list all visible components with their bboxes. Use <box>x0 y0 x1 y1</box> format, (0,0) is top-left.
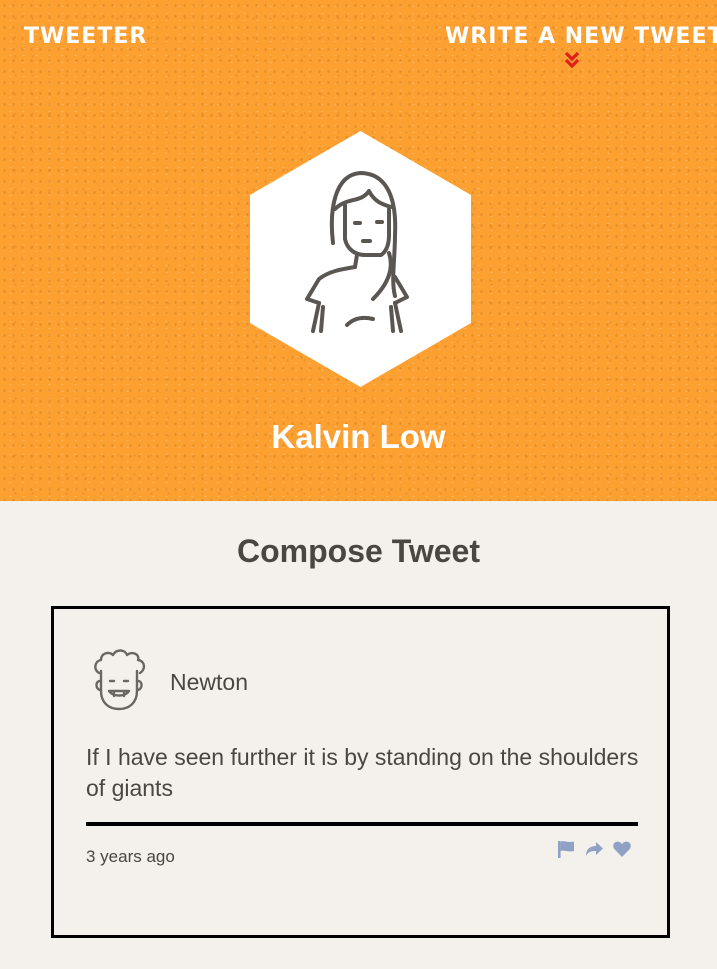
tweet-divider <box>86 822 638 826</box>
double-chevron-down-icon <box>564 51 580 69</box>
compose-title: Compose Tweet <box>237 533 480 569</box>
brand-logo[interactable]: TWEETER <box>24 24 147 49</box>
tweet-actions <box>556 839 632 859</box>
retweet-icon[interactable] <box>584 839 604 859</box>
profile-name: Kalvin Low <box>271 418 446 455</box>
profile-avatar <box>250 131 471 387</box>
tweet-author-name[interactable]: Newton <box>170 669 248 696</box>
curly-hair-man-avatar-icon <box>94 649 146 711</box>
flag-icon[interactable] <box>556 839 576 859</box>
write-new-tweet-label: WRITE A NEW TWEET <box>445 24 717 49</box>
heart-icon[interactable] <box>612 839 632 859</box>
tweet-card: Newton If I have seen further it is by s… <box>51 606 670 938</box>
tweet-timestamp: 3 years ago <box>86 847 175 866</box>
profile-header: TWEETER WRITE A NEW TWEET Kalvin Low <box>0 0 717 501</box>
write-new-tweet-link[interactable]: WRITE A NEW TWEET <box>445 24 717 69</box>
tweet-text: If I have seen further it is by standing… <box>86 744 639 801</box>
